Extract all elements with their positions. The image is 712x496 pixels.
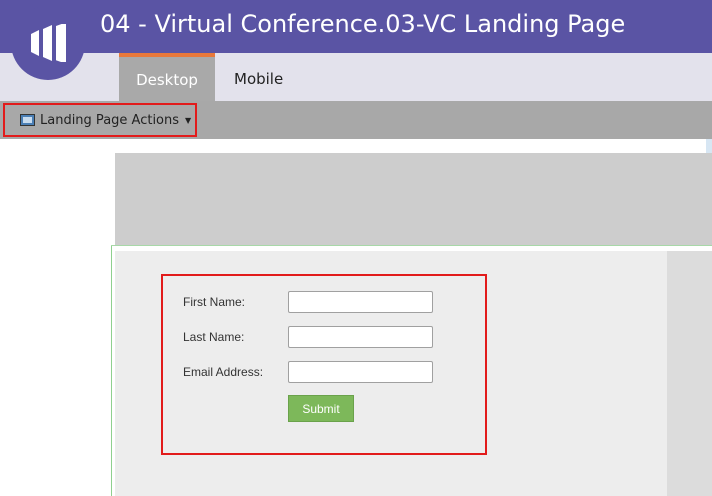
marketo-logo-icon[interactable]	[11, 6, 85, 80]
tab-desktop[interactable]: Desktop	[119, 53, 215, 101]
last-name-label: Last Name:	[183, 330, 245, 344]
page-title: 04 - Virtual Conference.03-VC Landing Pa…	[100, 10, 626, 38]
app-header: 04 - Virtual Conference.03-VC Landing Pa…	[0, 0, 712, 53]
tab-mobile[interactable]: Mobile	[234, 53, 283, 101]
last-name-input[interactable]	[288, 326, 433, 348]
first-name-label: First Name:	[183, 295, 246, 309]
right-panel-area	[667, 251, 712, 496]
horizontal-guide-line	[111, 245, 712, 246]
page-banner-area	[115, 153, 712, 245]
email-address-label: Email Address:	[183, 365, 264, 379]
view-tabs: Desktop Mobile	[0, 53, 712, 101]
landing-page-actions-label: Landing Page Actions	[40, 112, 180, 128]
submit-button[interactable]: Submit	[288, 395, 354, 422]
email-address-input[interactable]	[288, 361, 433, 383]
landing-page-actions-menu[interactable]: Landing Page Actions ▼	[3, 103, 197, 137]
landing-page-icon	[20, 114, 35, 126]
vertical-guide-line	[111, 245, 112, 496]
toolbar: Landing Page Actions ▼	[0, 101, 712, 139]
first-name-input[interactable]	[288, 291, 433, 313]
caret-down-icon: ▼	[185, 115, 192, 125]
